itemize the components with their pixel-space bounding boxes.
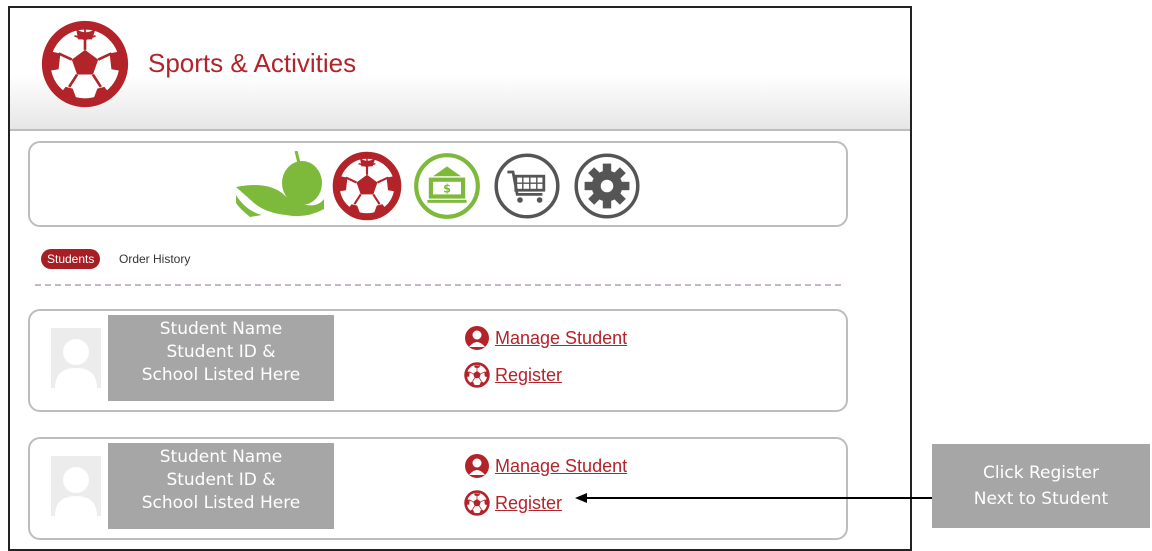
student-card: Student Name Student ID & School Listed …	[28, 437, 848, 540]
shopping-cart-icon[interactable]	[492, 151, 562, 221]
student-school: School Listed Here	[141, 493, 301, 513]
student-info: Student Name Student ID & School Listed …	[108, 315, 334, 401]
register-action[interactable]: Register	[464, 362, 562, 388]
person-icon	[464, 453, 490, 479]
manage-student-link[interactable]: Manage Student	[495, 456, 627, 477]
student-name: Student Name	[159, 319, 283, 339]
callout-line: Next to Student	[973, 489, 1109, 509]
manage-student-action[interactable]: Manage Student	[464, 325, 627, 351]
manage-student-link[interactable]: Manage Student	[495, 328, 627, 349]
register-link[interactable]: Register	[495, 365, 562, 386]
student-info: Student Name Student ID & School Listed …	[108, 443, 334, 529]
avatar-placeholder	[51, 328, 101, 388]
student-id: Student ID &	[166, 470, 276, 490]
student-name: Student Name	[159, 447, 283, 467]
svg-text:$: $	[443, 182, 451, 195]
student-card: Student Name Student ID & School Listed …	[28, 309, 848, 412]
money-icon[interactable]: $	[412, 151, 482, 221]
register-link[interactable]: Register	[495, 493, 562, 514]
app-header: Sports & Activities	[10, 8, 910, 131]
soccer-ball-icon[interactable]	[332, 151, 402, 221]
manage-student-action[interactable]: Manage Student	[464, 453, 627, 479]
gear-icon[interactable]	[572, 151, 642, 221]
avatar-placeholder	[51, 456, 101, 516]
person-icon	[464, 325, 490, 351]
divider	[35, 284, 841, 286]
soccer-ball-icon	[464, 362, 490, 388]
register-action[interactable]: Register	[464, 490, 562, 516]
tab-students[interactable]: Students	[41, 249, 101, 269]
app-title: Sports & Activities	[148, 48, 357, 78]
app-window: Sports & Activities $ Students Order His…	[8, 6, 912, 551]
student-id: Student ID &	[166, 342, 276, 362]
icon-navigation-bar: $	[28, 141, 848, 227]
callout-arrow	[575, 493, 933, 503]
apple-hand-icon[interactable]	[236, 151, 324, 221]
instruction-callout: Click Register Next to Student	[932, 444, 1150, 528]
soccer-ball-icon	[464, 490, 490, 516]
tab-order-history[interactable]: Order History	[119, 249, 190, 269]
callout-line: Click Register	[983, 463, 1099, 483]
soccer-ball-icon	[41, 20, 129, 108]
student-school: School Listed Here	[141, 365, 301, 385]
